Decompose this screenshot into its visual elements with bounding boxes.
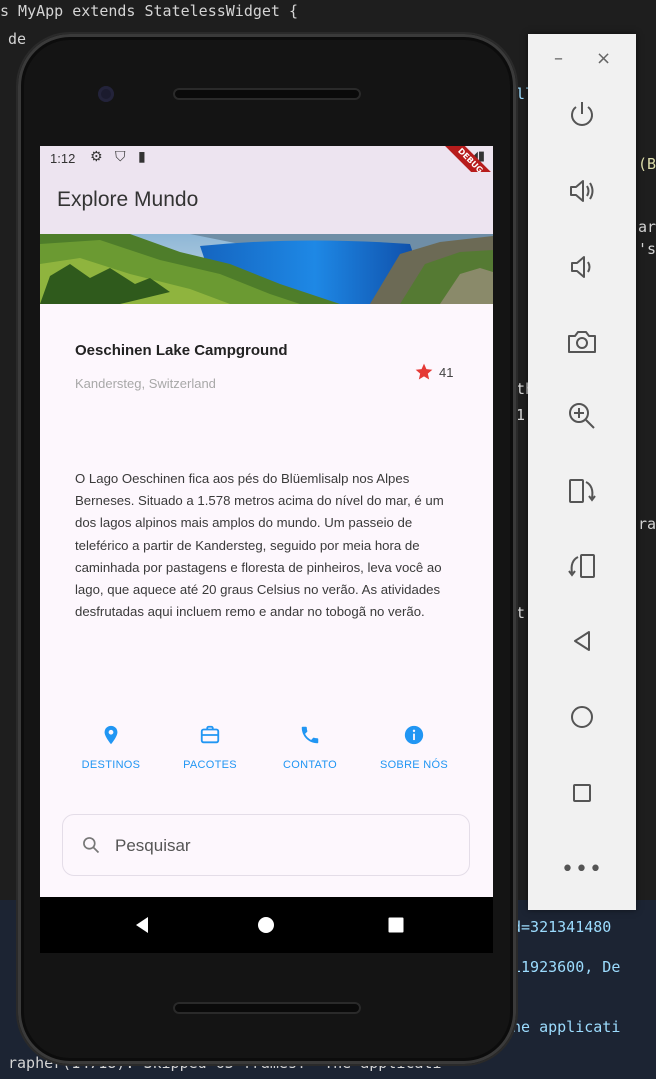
status-time: 1:12 xyxy=(50,151,76,166)
back-button[interactable] xyxy=(559,618,605,664)
search-icon xyxy=(83,837,100,854)
code-line: s MyApp extends StatelessWidget { xyxy=(0,2,299,20)
action-label: CONTATO xyxy=(282,759,338,771)
rotate-left-button[interactable] xyxy=(559,543,605,589)
rotate-right-button[interactable] xyxy=(559,468,605,514)
sobre-nos-button[interactable]: SOBRE NÓS xyxy=(359,724,469,771)
pacotes-button[interactable]: PACOTES xyxy=(155,724,265,771)
code-line: t xyxy=(516,604,526,622)
app-title: Explore Mundo xyxy=(57,188,199,211)
back-triangle-icon xyxy=(136,917,148,933)
status-notification-icons: ⚙ ⛉ ▮ xyxy=(90,149,150,165)
overview-button[interactable] xyxy=(559,770,605,816)
volume-up-button[interactable] xyxy=(559,168,605,214)
zoom-in-icon xyxy=(569,403,595,429)
info-icon xyxy=(404,725,424,745)
search-input[interactable] xyxy=(113,831,447,861)
action-label: PACOTES xyxy=(183,759,237,771)
code-line: (B xyxy=(638,155,656,173)
location-pin-icon xyxy=(104,725,118,745)
zoom-button[interactable] xyxy=(559,393,605,439)
more-button[interactable]: ••• xyxy=(559,846,605,892)
star-icon[interactable] xyxy=(414,362,434,382)
rotate-left-icon xyxy=(568,554,595,578)
code-line: 1 xyxy=(516,406,526,424)
code-line: ar xyxy=(638,218,656,236)
code-line: ra xyxy=(638,515,656,533)
back-triangle-icon xyxy=(574,631,590,651)
destinos-button[interactable]: DESTINOS xyxy=(56,724,166,771)
action-buttons-row: DESTINOS PACOTES CONTATO SOBRE NÓS xyxy=(40,724,493,794)
phone-frame: 1:12 ⚙ ⛉ ▮ ▾◢▮ DEBUG Explore Mundo xyxy=(18,34,516,1064)
phone-icon xyxy=(301,726,319,744)
nav-home-button[interactable] xyxy=(252,911,280,939)
bottom-speaker xyxy=(173,1002,361,1014)
home-button[interactable] xyxy=(559,694,605,740)
action-label: SOBRE NÓS xyxy=(379,759,449,771)
emulator-toolbar: – × ••• xyxy=(528,34,636,910)
earpiece-speaker xyxy=(173,88,361,100)
front-camera xyxy=(98,86,114,102)
overview-square-icon xyxy=(388,917,404,933)
terminal-line: 11923600, De xyxy=(512,958,621,976)
terminal-line: he applicati xyxy=(512,1018,621,1036)
screenshot-button[interactable] xyxy=(559,319,605,365)
lake-landscape-picture xyxy=(40,234,493,304)
minimize-button[interactable]: – xyxy=(554,48,563,69)
lake-hero-image xyxy=(40,234,493,304)
home-circle-icon xyxy=(571,706,593,728)
home-circle-icon xyxy=(258,917,274,933)
action-label: DESTINOS xyxy=(81,759,141,771)
status-bar: 1:12 ⚙ ⛉ ▮ ▾◢▮ DEBUG xyxy=(40,146,493,198)
power-button[interactable] xyxy=(559,92,605,138)
code-line: 's xyxy=(638,240,656,258)
nav-overview-button[interactable] xyxy=(382,911,410,939)
place-name: Oeschinen Lake Campground xyxy=(75,342,288,359)
camera-icon xyxy=(568,331,596,353)
title-section: Oeschinen Lake Campground Kandersteg, Sw… xyxy=(40,304,493,414)
code-line: de xyxy=(8,30,27,48)
volume-up-icon xyxy=(570,180,594,202)
app-bar: Explore Mundo xyxy=(40,172,493,234)
nav-back-button[interactable] xyxy=(128,911,156,939)
toolbar-window-controls: – × xyxy=(528,48,636,72)
briefcase-icon xyxy=(200,725,220,744)
rating-count: 41 xyxy=(439,365,454,380)
volume-down-button[interactable] xyxy=(559,244,605,290)
more-icon: ••• xyxy=(561,856,603,882)
android-nav-bar xyxy=(40,897,493,953)
rotate-right-icon xyxy=(569,479,596,503)
power-icon xyxy=(571,102,593,126)
overview-square-icon xyxy=(573,784,591,802)
volume-down-icon xyxy=(571,256,591,278)
terminal-line: d=321341480 xyxy=(512,918,612,936)
place-description: O Lago Oeschinen fica aos pés do Blüemli… xyxy=(75,471,444,620)
contato-button[interactable]: CONTATO xyxy=(255,724,365,771)
place-location: Kandersteg, Switzerland xyxy=(75,376,216,391)
search-box[interactable] xyxy=(62,814,470,876)
phone-screen: 1:12 ⚙ ⛉ ▮ ▾◢▮ DEBUG Explore Mundo xyxy=(40,146,493,897)
close-button[interactable]: × xyxy=(596,48,611,69)
